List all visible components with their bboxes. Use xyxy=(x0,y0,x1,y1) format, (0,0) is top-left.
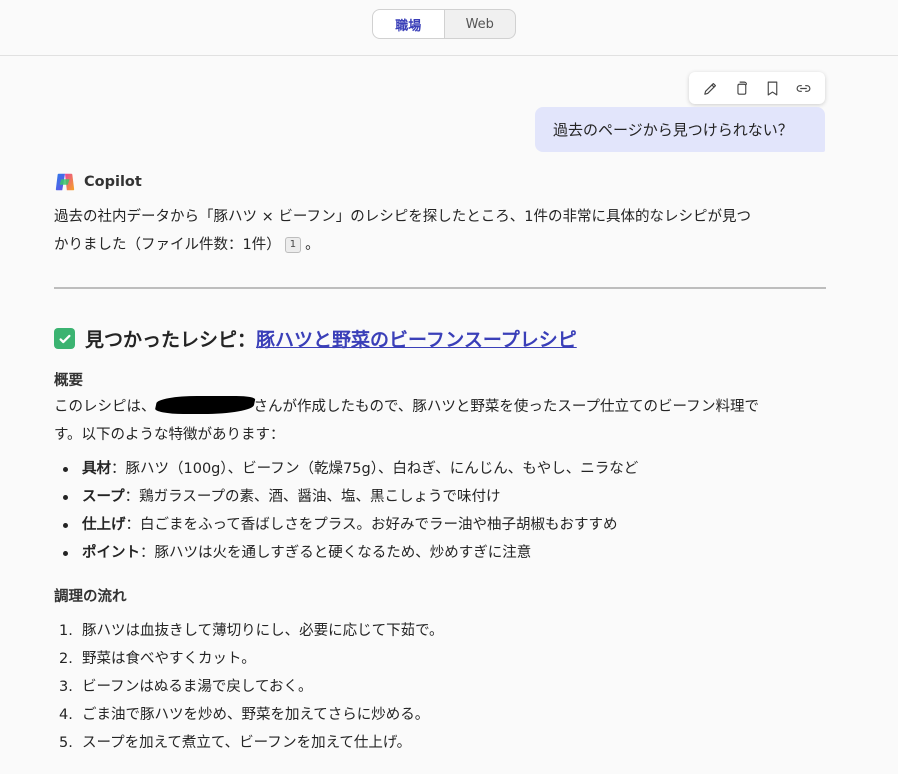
list-item: 仕上げ：白ごまをふって香ばしさをプラス。お好みでラー油や柚子胡椒もおすすめ xyxy=(54,511,834,539)
divider xyxy=(54,287,826,289)
heading-prefix: 見つかったレシピ： xyxy=(85,329,257,351)
link-icon[interactable] xyxy=(793,77,815,99)
step-number: 3. xyxy=(59,679,73,695)
step-text: 豚ハツは血抜きして薄切りにし、必要に応じて下茹で。 xyxy=(82,623,444,639)
recipe-link[interactable]: 豚ハツと野菜のビーフンスープレシピ xyxy=(256,325,577,352)
list-item: スープ：鶏ガラスープの素、酒、醤油、塩、黒こしょうで味付け xyxy=(54,483,834,511)
overview-line-1: このレシピは、 さんが作成したもので、豚ハツと野菜を使ったスープ仕立てのビーフン料… xyxy=(54,393,826,421)
feature-text: ：鶏ガラスープの素、酒、醤油、塩、黒こしょうで味付け xyxy=(124,489,501,505)
redacted-name xyxy=(153,396,256,414)
step-number: 5. xyxy=(59,735,73,751)
feature-text: ：豚ハツは火を通しすぎると硬くなるため、炒めすぎに注意 xyxy=(140,545,532,561)
citation-badge[interactable]: 1 xyxy=(284,237,302,253)
steps-list: 1. 豚ハツは血抜きして薄切りにし、必要に応じて下茹で。 2. 野菜は食べやすくカッ… xyxy=(54,617,834,757)
overview-pre: このレシピは、 xyxy=(54,399,156,415)
recipe-heading: 見つかったレシピ： 豚ハツと野菜のビーフンスープレシピ xyxy=(54,325,577,352)
list-item: 1. 豚ハツは血抜きして薄切りにし、必要に応じて下茹で。 xyxy=(54,617,834,645)
intro-line-1: 過去の社内データから「豚ハツ × ビーフン」のレシピを探したところ、1件の非常に… xyxy=(54,209,752,225)
step-number: 4. xyxy=(59,707,73,723)
step-number: 2. xyxy=(59,651,73,667)
feature-label: ポイント xyxy=(82,545,140,561)
tab-work[interactable]: 職場 xyxy=(373,10,445,38)
user-message: 過去のページから見つけられない？ xyxy=(535,107,825,152)
overview-post: さんが作成したもので、豚ハツと野菜を使ったスープ仕立てのビーフン料理で xyxy=(253,399,759,415)
assistant-name: Copilot xyxy=(84,174,142,190)
bookmark-icon[interactable] xyxy=(762,77,784,99)
step-text: ごま油で豚ハツを炒め、野菜を加えてさらに炒める。 xyxy=(82,707,430,723)
overview-line-2: す。以下のような特徴があります： xyxy=(54,427,285,443)
step-text: スープを加えて煮立て、ビーフンを加えて仕上げ。 xyxy=(82,735,412,751)
feature-label: 仕上げ xyxy=(82,517,126,533)
list-item: 4. ごま油で豚ハツを炒め、野菜を加えてさらに炒める。 xyxy=(54,701,834,729)
feature-text: ：白ごまをふって香ばしさをプラス。お好みでラー油や柚子胡椒もおすすめ xyxy=(125,517,618,533)
copy-icon[interactable] xyxy=(731,77,753,99)
message-actions xyxy=(689,72,825,104)
list-item: 2. 野菜は食べやすくカット。 xyxy=(54,645,834,673)
check-mark-icon xyxy=(54,328,75,349)
feature-text: ：豚ハツ（100g）、ビーフン（乾燥75g）、白ねぎ、にんじん、もやし、ニラなど xyxy=(111,461,639,477)
list-item: ポイント：豚ハツは火を通しすぎると硬くなるため、炒めすぎに注意 xyxy=(54,539,834,567)
steps-title: 調理の流れ xyxy=(54,589,127,605)
feature-label: スープ xyxy=(82,489,125,505)
features-list: 具材：豚ハツ（100g）、ビーフン（乾燥75g）、白ねぎ、にんじん、もやし、ニラ… xyxy=(54,455,834,567)
copilot-logo-icon xyxy=(55,173,75,191)
assistant-intro: 過去の社内データから「豚ハツ × ビーフン」のレシピを探したところ、1件の非常に… xyxy=(54,203,826,259)
list-item: 5. スープを加えて煮立て、ビーフンを加えて仕上げ。 xyxy=(54,729,834,757)
intro-end: 。 xyxy=(305,237,320,253)
top-bar: 職場 Web xyxy=(0,0,898,56)
edit-icon[interactable] xyxy=(700,77,722,99)
list-item: 具材：豚ハツ（100g）、ビーフン（乾燥75g）、白ねぎ、にんじん、もやし、ニラ… xyxy=(54,455,834,483)
assistant-header: Copilot xyxy=(54,171,142,193)
tab-web[interactable]: Web xyxy=(445,10,516,38)
list-item: 3. ビーフンはぬるま湯で戻しておく。 xyxy=(54,673,834,701)
feature-label: 具材 xyxy=(82,461,111,477)
step-text: 野菜は食べやすくカット。 xyxy=(82,651,256,667)
step-text: ビーフンはぬるま湯で戻しておく。 xyxy=(82,679,313,695)
overview-title: 概要 xyxy=(54,373,83,389)
intro-line-2: かりました（ファイル件数：1件） xyxy=(54,237,281,253)
overview-text: このレシピは、 さんが作成したもので、豚ハツと野菜を使ったスープ仕立てのビーフン料… xyxy=(54,393,826,449)
step-number: 1. xyxy=(59,623,73,639)
intro-line-2-wrap: かりました（ファイル件数：1件） 1。 xyxy=(54,231,826,259)
scope-toggle: 職場 Web xyxy=(372,9,516,39)
